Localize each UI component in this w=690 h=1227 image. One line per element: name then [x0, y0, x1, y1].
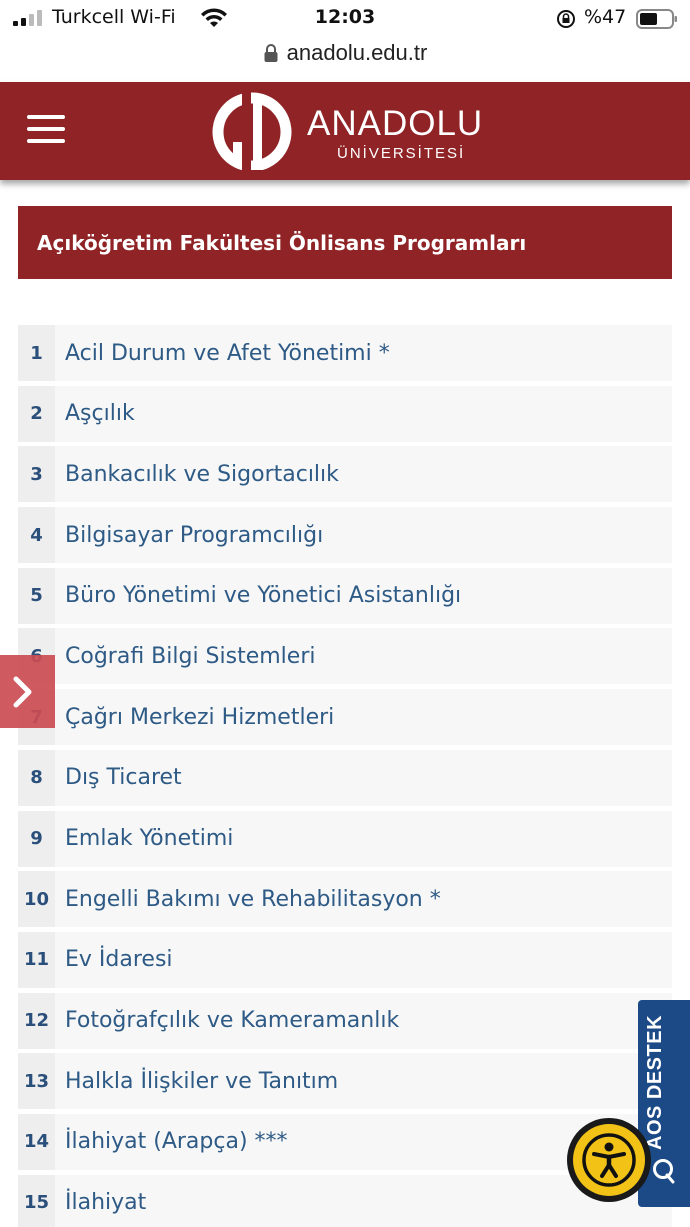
chevron-right-icon	[13, 676, 32, 707]
logo-subtitle: ÜNİVERSİTESİ	[337, 145, 466, 162]
item-number: 13	[18, 1053, 55, 1110]
url-text: anadolu.edu.tr	[286, 40, 428, 65]
battery-icon	[636, 9, 677, 29]
anadolu-logo-mark-icon	[212, 92, 292, 170]
list-item[interactable]: 11 Ev İdaresi	[18, 931, 672, 988]
list-item[interactable]: 4 Bilgisayar Programcılığı	[18, 507, 672, 564]
program-link[interactable]: Bankacılık ve Sigortacılık	[55, 462, 339, 487]
program-link[interactable]: İlahiyat (Arapça) ***	[55, 1129, 288, 1154]
program-list: 1 Acil Durum ve Afet Yönetimi * 2 Aşçılık …	[18, 325, 672, 1227]
program-link[interactable]: Bilgisayar Programcılığı	[55, 523, 323, 548]
section-title: Açıköğretim Fakültesi Önlisans Programla…	[37, 230, 527, 255]
list-item[interactable]: 2 Aşçılık	[18, 385, 672, 442]
item-number: 14	[18, 1113, 55, 1170]
list-item[interactable]: 1 Acil Durum ve Afet Yönetimi *	[18, 325, 672, 381]
item-number: 9	[18, 810, 55, 867]
chat-bubble-icon	[653, 1159, 675, 1184]
list-item[interactable]: 5 Büro Yönetimi ve Yönetici Asistanlığı	[18, 567, 672, 624]
program-link[interactable]: Emlak Yönetimi	[55, 826, 233, 851]
list-item[interactable]: 6Coğrafi Bilgi Sistemleri	[18, 628, 672, 685]
browser-url-bar[interactable]: anadolu.edu.tr	[0, 38, 690, 82]
list-item[interactable]: 12 Fotoğrafçılık ve Kameramanlık	[18, 992, 672, 1049]
program-link[interactable]: Aşçılık	[55, 401, 135, 426]
item-number: 8	[18, 749, 55, 806]
item-number: 3	[18, 446, 55, 503]
item-number: 10	[18, 871, 55, 928]
accessibility-person-icon	[582, 1133, 636, 1187]
list-item[interactable]: 8 Dış Ticaret	[18, 749, 672, 806]
program-link[interactable]: Büro Yönetimi ve Yönetici Asistanlığı	[55, 583, 461, 608]
padlock-icon	[264, 44, 278, 62]
list-item[interactable]: 13 Halkla İlişkiler ve Tanıtım	[18, 1053, 672, 1110]
program-link[interactable]: Halkla İlişkiler ve Tanıtım	[55, 1069, 338, 1094]
program-link[interactable]: Engelli Bakımı ve Rehabilitasyon *	[55, 887, 441, 912]
list-item[interactable]: 7Çağrı Merkezi Hizmetleri	[18, 689, 672, 746]
item-number: 15	[18, 1174, 55, 1227]
rotation-lock-icon	[557, 10, 575, 28]
program-link[interactable]: Acil Durum ve Afet Yönetimi *	[55, 341, 390, 366]
item-number: 4	[18, 507, 55, 564]
list-item[interactable]: 10 Engelli Bakımı ve Rehabilitasyon *	[18, 871, 672, 928]
site-header: ANADOLU ÜNİVERSİTESİ	[0, 82, 690, 180]
menu-icon[interactable]	[27, 115, 65, 145]
program-link[interactable]: İlahiyat	[55, 1190, 146, 1215]
battery-percent: %47	[584, 6, 627, 28]
program-link[interactable]: Çağrı Merkezi Hizmetleri	[55, 705, 334, 730]
status-bar: Turkcell Wi-Fi 12:03 %47	[0, 0, 690, 38]
list-item[interactable]: 9 Emlak Yönetimi	[18, 810, 672, 867]
program-link[interactable]: Dış Ticaret	[55, 765, 182, 790]
side-panel-toggle[interactable]	[0, 655, 55, 728]
program-link[interactable]: Coğrafi Bilgi Sistemleri	[55, 644, 316, 669]
aos-support-label: AOS DESTEK	[644, 1014, 666, 1150]
item-number: 12	[18, 992, 55, 1049]
accessibility-button[interactable]	[567, 1118, 651, 1202]
program-link[interactable]: Ev İdaresi	[55, 947, 173, 972]
logo-name: ANADOLU	[307, 104, 484, 143]
item-number: 2	[18, 385, 55, 442]
list-item[interactable]: 3 Bankacılık ve Sigortacılık	[18, 446, 672, 503]
site-logo[interactable]: ANADOLU ÜNİVERSİTESİ	[206, 92, 506, 172]
item-number: 11	[18, 931, 55, 988]
item-number: 5	[18, 567, 55, 624]
item-number: 1	[18, 325, 55, 381]
program-link[interactable]: Fotoğrafçılık ve Kameramanlık	[55, 1008, 399, 1033]
section-title-bar: Açıköğretim Fakültesi Önlisans Programla…	[18, 206, 672, 279]
